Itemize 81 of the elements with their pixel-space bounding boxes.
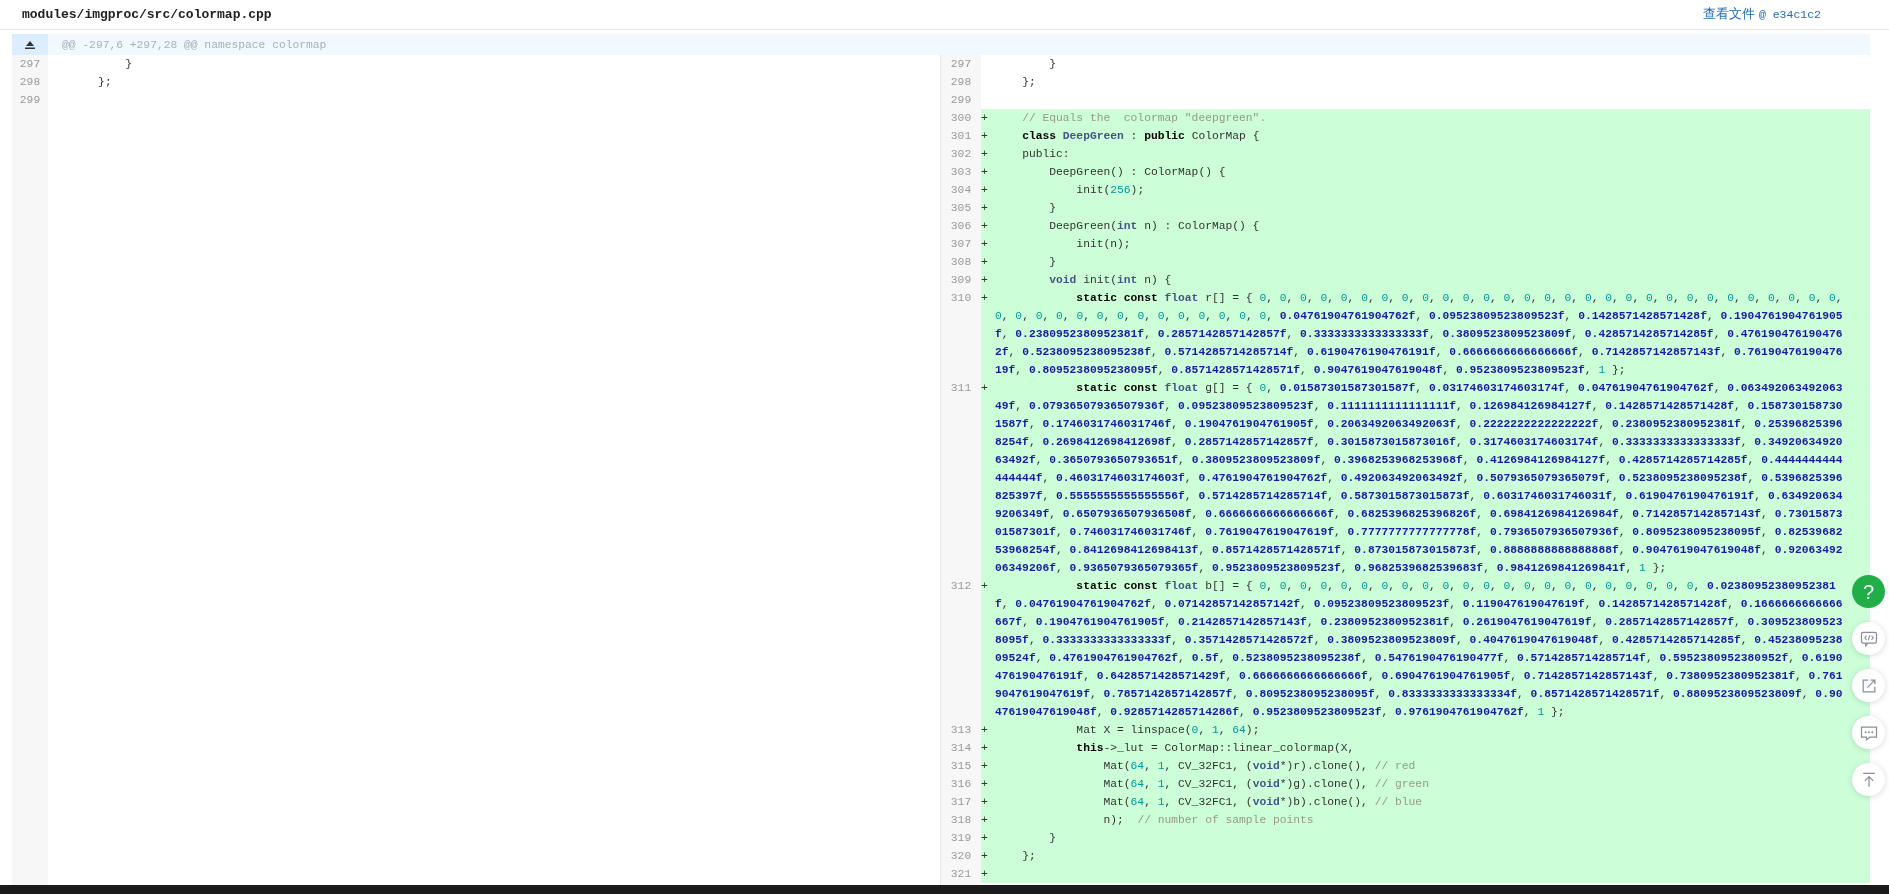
code-line: this->_lut = ColorMap::linear_colormap(X,: [1075, 741, 1356, 756]
line-number: 313: [941, 721, 981, 739]
line-number: 302: [941, 145, 981, 163]
code-line: };: [1021, 849, 1037, 864]
added-marker: +: [981, 255, 989, 270]
added-marker: +: [981, 291, 989, 306]
code-line: }: [1048, 57, 1057, 72]
code-line: };: [97, 75, 112, 90]
code-line: }: [124, 57, 132, 72]
code-line: public:: [1021, 147, 1071, 162]
line-number: 306: [941, 217, 981, 235]
commit-hash: @ e34c1c2: [1758, 6, 1821, 23]
line-number: 319: [941, 829, 981, 847]
line-number: 307: [941, 235, 981, 253]
line-number: 297: [941, 55, 981, 73]
added-marker: +: [981, 795, 989, 810]
line-number: 312: [941, 577, 981, 721]
added-marker: +: [981, 111, 989, 126]
expand-up-icon: [25, 40, 35, 49]
line-number: 318: [941, 811, 981, 829]
line-number: 300: [941, 109, 981, 127]
code-line: init(256);: [1075, 183, 1146, 198]
line-number: 301: [941, 127, 981, 145]
added-marker: +: [981, 849, 989, 864]
code-line: Mat(64, 1, CV_32FC1, (void*)g).clone(), // green: [1102, 777, 1430, 792]
line-number: 305: [941, 199, 981, 217]
hunk-header: @@ -297,6 +297,28 @@ namespace colormap: [61, 37, 327, 53]
code-line: }: [1048, 255, 1057, 270]
line-number: 308: [941, 253, 981, 271]
added-marker: +: [981, 579, 989, 594]
view-file-link[interactable]: 查看文件: [1702, 5, 1755, 24]
line-number: 320: [941, 847, 981, 865]
added-marker: +: [981, 237, 989, 252]
line-number: 314: [941, 739, 981, 757]
added-marker: +: [981, 831, 989, 846]
added-marker: +: [981, 219, 989, 234]
added-marker: +: [981, 165, 989, 180]
code-line: static const float b[] = { 0, 0, 0, 0, 0, 0, 0, 0, 0, 0, 0, 0, 0, 0, 0, 0, 0, 0, 0, 0, 0, 0, 0.02380952380952381f, 0.04761904761904762f, 0.07142857142857142f, 0.09523809523809523f, 0.119047619047619f, 0.1428571428571428f, 0.1666666666666667f, 0.1904761904761905f, 0.2142857142857143f, 0.2380952380952381f, 0.2619047619047619f, 0.2857142857142857f, 0.3095238095238095f, 0.3333333333333333f, 0.3571428571428572f, 0.3809523809523809f, 0.4047619047619048f, 0.4285714285714285f, 0.4523809523809524f, 0.4761904761904762f, 0.5f, 0.5238095238095238f, 0.5476190476190477f, 0.5714285714285714f, 0.5952380952380952f, 0.6190476190476191f, 0.6428571428571429f, 0.6666666666666666f, 0.6904761904761905f, 0.7142857142857143f, 0.7380952380952381f, 0.7619047619047619f, 0.7857142857142857f, 0.8095238095238095f, 0.8333333333333334f, 0.8571428571428571f, 0.8809523809523809f, 0.9047619047619048f, 0.9285714285714286f, 0.9523809523809523f, 0.9761904761904762f, 1 };: [995, 579, 1844, 720]
line-number: 310: [941, 289, 981, 379]
line-number: 303: [941, 163, 981, 181]
line-number: 315: [941, 757, 981, 775]
added-marker: +: [981, 723, 989, 738]
added-marker: +: [981, 273, 989, 288]
code-line: DeepGreen(int n) : ColorMap() {: [1048, 219, 1261, 234]
line-number: 297: [12, 55, 48, 73]
added-marker: +: [981, 813, 989, 828]
code-line: class DeepGreen : public ColorMap {: [1021, 129, 1261, 144]
line-number: 298: [941, 73, 981, 91]
code-line: n); // number of sample points: [1102, 813, 1315, 828]
code-line: void init(int n) {: [1048, 273, 1173, 288]
added-marker: +: [981, 777, 989, 792]
line-number: 317: [941, 793, 981, 811]
added-marker: +: [981, 129, 989, 144]
added-marker: +: [981, 867, 989, 882]
code-line: };: [1021, 75, 1037, 90]
code-line: }: [1048, 201, 1057, 216]
code-line: Mat(64, 1, CV_32FC1, (void*)r).clone(), // red: [1102, 759, 1417, 774]
code-line: DeepGreen() : ColorMap() {: [1048, 165, 1227, 180]
line-number: 311: [941, 379, 981, 577]
code-line: init(n);: [1075, 237, 1132, 252]
line-number: 316: [941, 775, 981, 793]
line-number: 304: [941, 181, 981, 199]
expand-button[interactable]: [12, 34, 48, 55]
code-line: static const float r[] = { 0, 0, 0, 0, 0, 0, 0, 0, 0, 0, 0, 0, 0, 0, 0, 0, 0, 0, 0, 0, 0, 0, 0, 0, 0, 0, 0, 0, 0, 0, 0, 0, 0, 0, 0, 0, 0, 0, 0, 0, 0, 0, 0, 0.04761904761904762f, 0.09523809523809523f, 0.1428571428571428f, 0.1904761904761905f, 0.2380952380952381f, 0.2857142857142857f, 0.3333333333333333f, 0.3809523809523809f, 0.4285714285714285f, 0.4761904761904762f, 0.5238095238095238f, 0.5714285714285714f, 0.6190476190476191f, 0.6666666666666666f, 0.7142857142857143f, 0.7619047619047619f, 0.8095238095238095f, 0.8571428571428571f, 0.9047619047619048f, 0.9523809523809523f, 1 };: [995, 291, 1844, 378]
code-line: }: [1048, 831, 1057, 846]
code-line: Mat X = linspace(0, 1, 64);: [1075, 723, 1261, 738]
line-number: 299: [941, 91, 981, 109]
code-line: // Equals the colormap "deepgreen".: [1021, 111, 1268, 126]
line-number: 309: [941, 271, 981, 289]
added-marker: +: [981, 381, 989, 396]
file-path: modules/imgproc/src/colormap.cpp: [22, 5, 272, 24]
line-number: 321: [941, 865, 981, 883]
code-line: Mat(64, 1, CV_32FC1, (void*)b).clone(), // blue: [1102, 795, 1424, 810]
added-marker: +: [981, 147, 989, 162]
added-marker: +: [981, 201, 989, 216]
code-line: static const float g[] = { 0, 0.01587301587301587f, 0.03174603174603174f, 0.04761904761904762f, 0.06349206349206349f, 0.07936507936507936f, 0.09523809523809523f, 0.1111111111111111f, 0.126984126984127f, 0.1428571428571428f, 0.1587301587301587f, 0.1746031746031746f, 0.1904761904761905f, 0.2063492063492063f, 0.2222222222222222f, 0.2380952380952381f, 0.253968253968254f, 0.2698412698412698f, 0.2857142857142857f, 0.3015873015873016f, 0.3174603174603174f, 0.3333333333333333f, 0.3492063492063492f, 0.3650793650793651f, 0.3809523809523809f, 0.3968253968253968f, 0.4126984126984127f, 0.4285714285714285f, 0.4444444444444444f, 0.4603174603174603f, 0.4761904761904762f, 0.492063492063492f, 0.5079365079365079f, 0.5238095238095238f, 0.5396825396825397f, 0.5555555555555556f, 0.5714285714285714f, 0.5873015873015873f, 0.6031746031746031f, 0.6190476190476191f, 0.6349206349206349f, 0.6507936507936508f, 0.6666666666666666f, 0.6825396825396826f, 0.6984126984126984f, 0.7142857142857143f, 0.7301587301587301f, 0.746031746031746f, 0.7619047619047619f, 0.7777777777777778f, 0.7936507936507936f, 0.8095238095238095f, 0.8253968253968254f, 0.8412698412698413f, 0.8571428571428571f, 0.873015873015873f, 0.8888888888888888f, 0.9047619047619048f, 0.9206349206349206f, 0.9365079365079365f, 0.9523809523809523f, 0.9682539682539683f, 0.9841269841269841f, 1 };: [995, 381, 1844, 576]
line-number: 299: [12, 91, 48, 109]
added-marker: +: [981, 759, 989, 774]
added-marker: +: [981, 741, 989, 756]
added-marker: +: [981, 183, 989, 198]
line-number: 298: [12, 73, 48, 91]
